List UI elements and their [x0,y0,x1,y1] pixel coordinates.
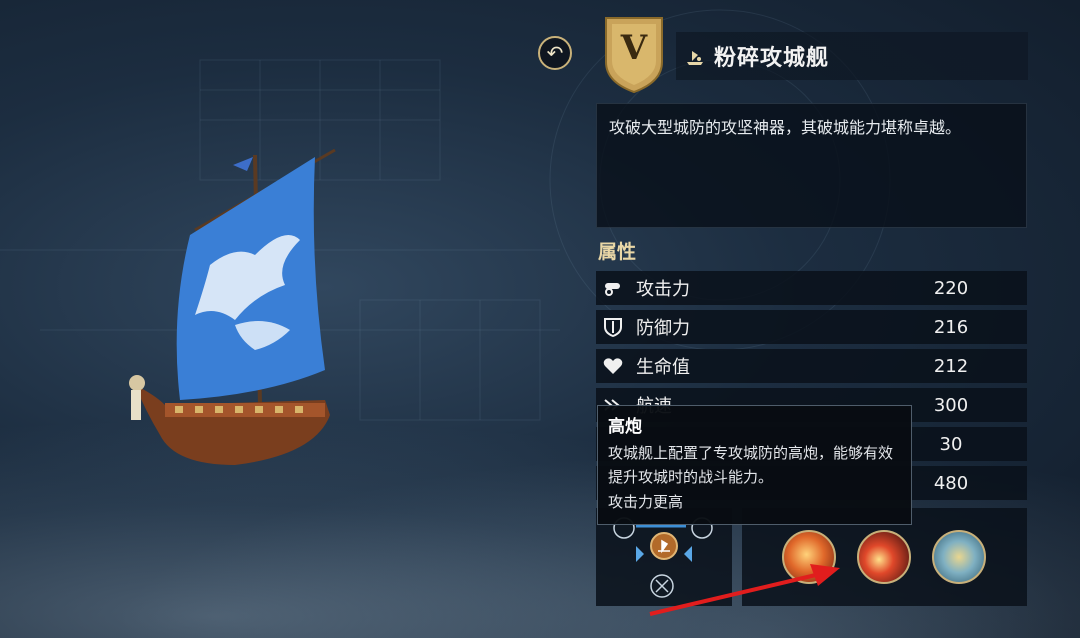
annotation-arrow-icon [649,564,840,616]
ship-title-bar: 粉碎攻城舰 [676,32,1028,80]
tooltip-footer: 攻击力更高 [608,493,684,511]
attr-row-health: 生命值 212 [596,349,1027,383]
back-button[interactable]: ↶ [538,36,572,70]
cannon-orb-icon[interactable] [857,530,911,584]
skill-tooltip: 高炮 攻城舰上配置了专攻城防的高炮，能够有效提升攻城时的战斗能力。 攻击力更高 [597,405,912,525]
siege-ship-type-icon [687,51,703,65]
tooltip-body: 攻城舰上配置了专攻城防的高炮，能够有效提升攻城时的战斗能力。 [608,444,894,486]
scale-orb-icon[interactable] [932,530,986,584]
rank-badge: V [602,14,666,94]
cannon-icon [602,277,624,299]
ship-name: 粉碎攻城舰 [714,46,830,71]
attr-row-defense: 防御力 216 [596,310,1027,344]
ship-illustration [129,148,336,465]
shield-icon [602,316,624,338]
rank-letter: V [620,28,648,68]
heart-icon [602,355,624,377]
ship-description: 攻破大型城防的攻坚神器，其破城能力堪称卓越。 [596,103,1027,228]
attr-row-attack: 攻击力 220 [596,271,1027,305]
back-arrow-icon: ↶ [546,41,564,65]
attributes-heading: 属性 [598,241,637,263]
tooltip-title: 高炮 [608,417,642,437]
